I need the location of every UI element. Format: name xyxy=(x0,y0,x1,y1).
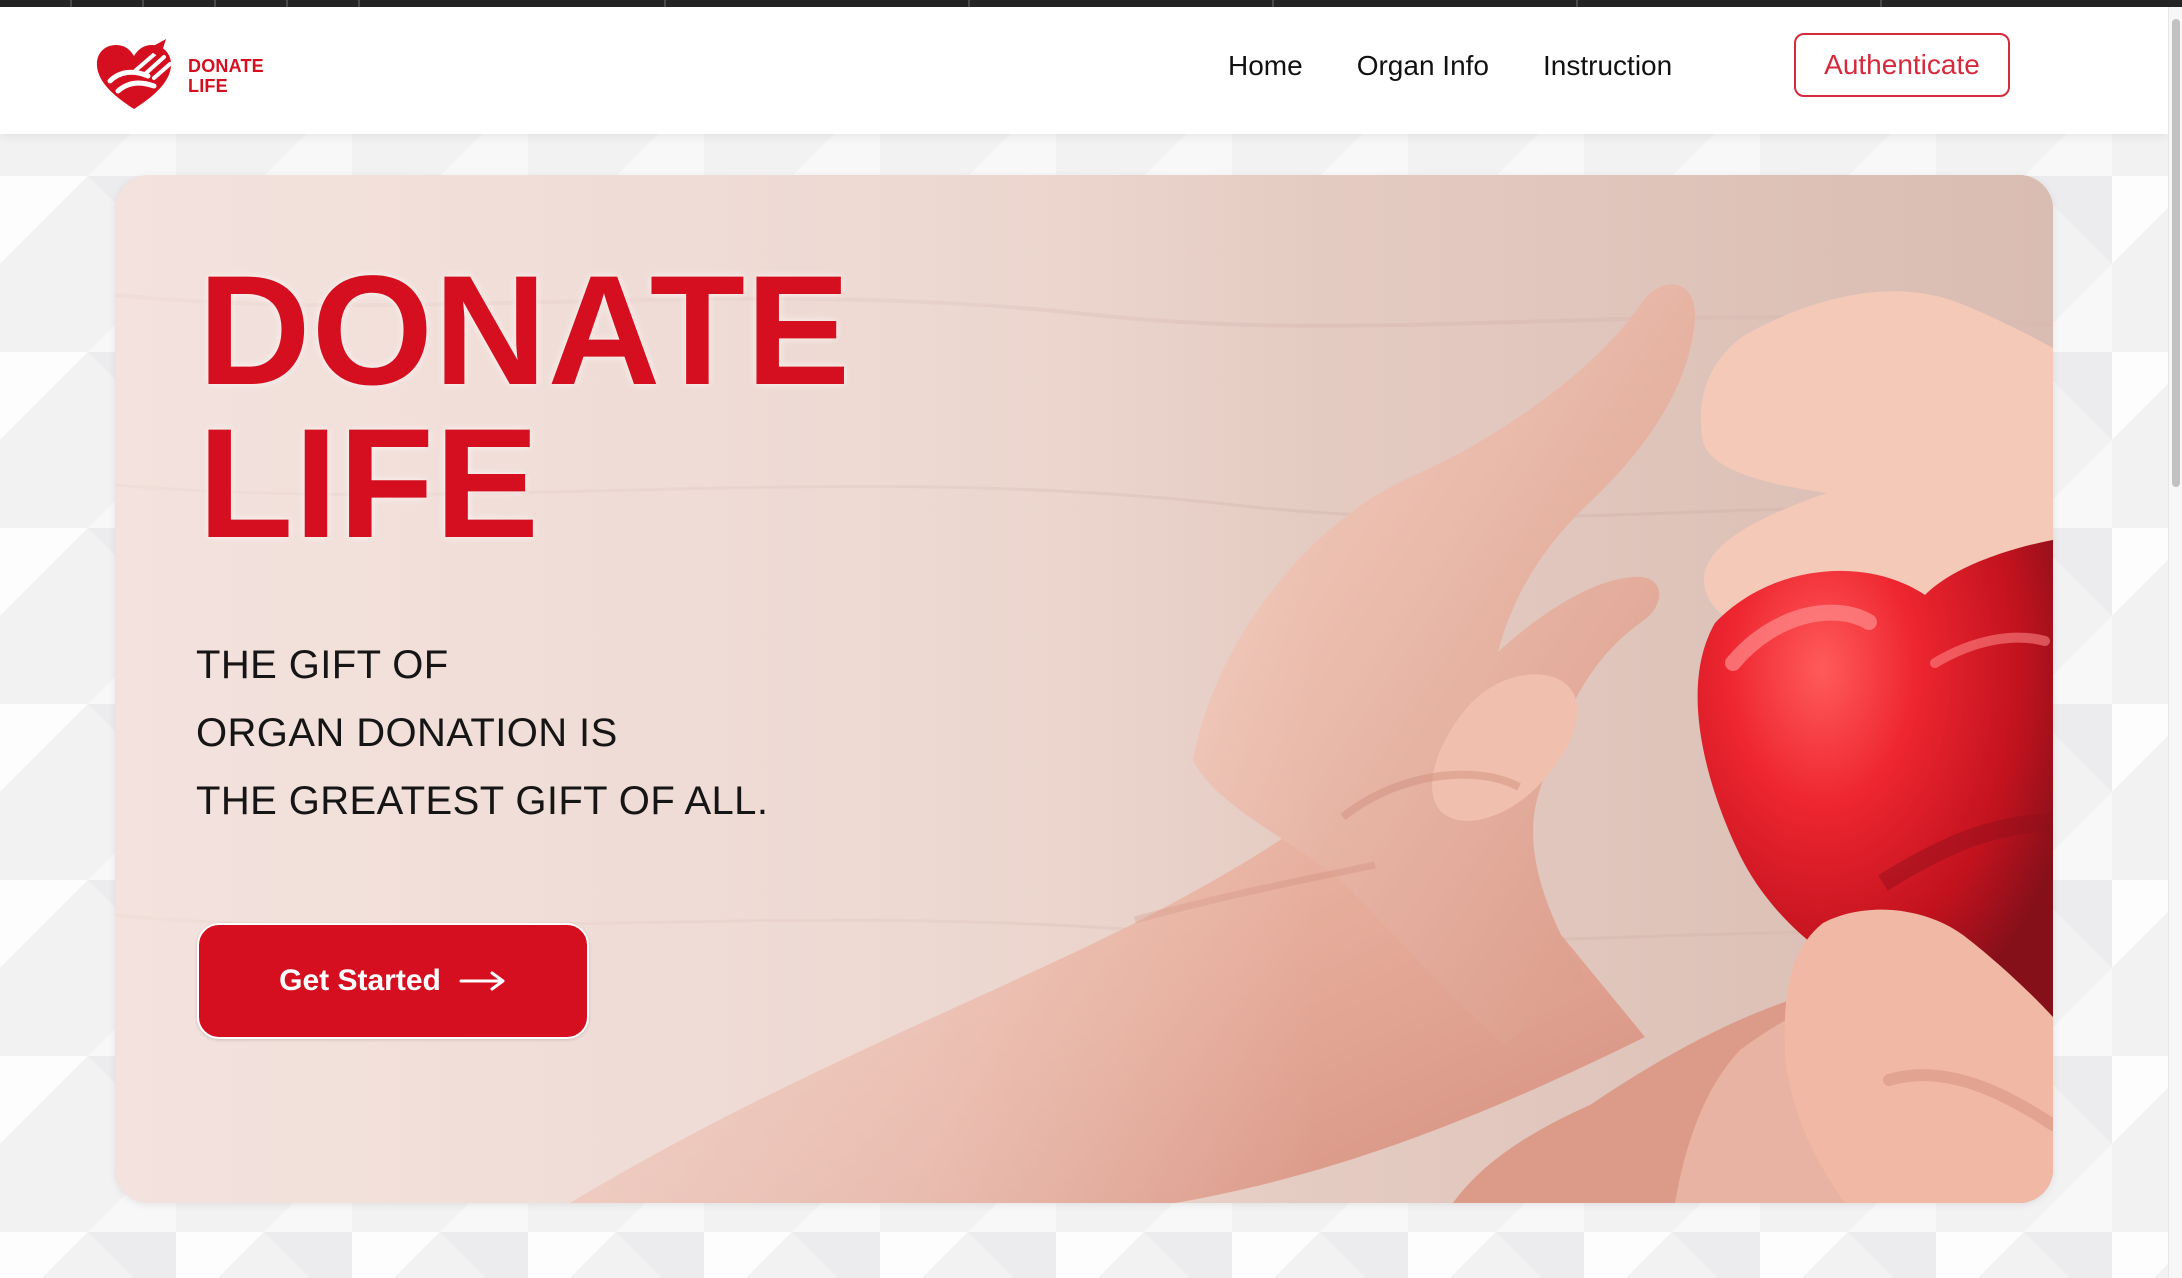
tab-separator xyxy=(1272,0,1274,7)
tab-separator xyxy=(1576,0,1578,7)
tab-separator xyxy=(214,0,216,7)
scrollbar-thumb[interactable] xyxy=(2172,19,2180,487)
get-started-button[interactable]: Get Started xyxy=(197,923,589,1039)
hero-title-line-1: DONATE xyxy=(198,244,852,418)
tab-separator xyxy=(70,0,72,7)
hero-tagline: THE GIFT OF ORGAN DONATION IS THE GREATE… xyxy=(196,631,768,835)
tab-separator xyxy=(664,0,666,7)
brand-line-1: DONATE xyxy=(188,55,264,76)
brand-line-2: LIFE xyxy=(188,76,228,96)
tagline-line-1: THE GIFT OF xyxy=(196,643,449,687)
brand-logo-link[interactable]: DONATE LIFE xyxy=(92,37,282,115)
heart-hands-logo-icon xyxy=(96,39,172,109)
hero-title: DONATE LIFE xyxy=(198,244,958,571)
tab-separator xyxy=(358,0,360,7)
hero-title-line-2: LIFE xyxy=(198,396,540,571)
tab-separator xyxy=(286,0,288,7)
nav-home-link[interactable]: Home xyxy=(1228,50,1303,82)
tab-separator xyxy=(968,0,970,7)
page: DONATE LIFE Home Organ Info Instruction … xyxy=(0,0,2182,1278)
get-started-label: Get Started xyxy=(279,964,441,997)
main-navigation: Home Organ Info Instruction xyxy=(1228,50,1672,82)
hero-card: DONATE LIFE THE GIFT OF ORGAN DONATION I… xyxy=(115,175,2053,1203)
tab-separator xyxy=(1880,0,1882,7)
nav-organ-info-link[interactable]: Organ Info xyxy=(1357,50,1489,82)
browser-top-strip xyxy=(0,0,2182,7)
tagline-line-3: THE GREATEST GIFT OF ALL. xyxy=(196,779,769,823)
tab-separator xyxy=(142,0,144,7)
top-navbar: DONATE LIFE Home Organ Info Instruction … xyxy=(0,7,2168,134)
authenticate-button[interactable]: Authenticate xyxy=(1794,33,2010,97)
arrow-right-icon xyxy=(459,971,505,991)
tagline-line-2: ORGAN DONATION IS xyxy=(196,711,618,755)
brand-name: DONATE LIFE xyxy=(188,56,264,96)
vertical-scrollbar[interactable] xyxy=(2168,7,2182,1278)
nav-instruction-link[interactable]: Instruction xyxy=(1543,50,1672,82)
